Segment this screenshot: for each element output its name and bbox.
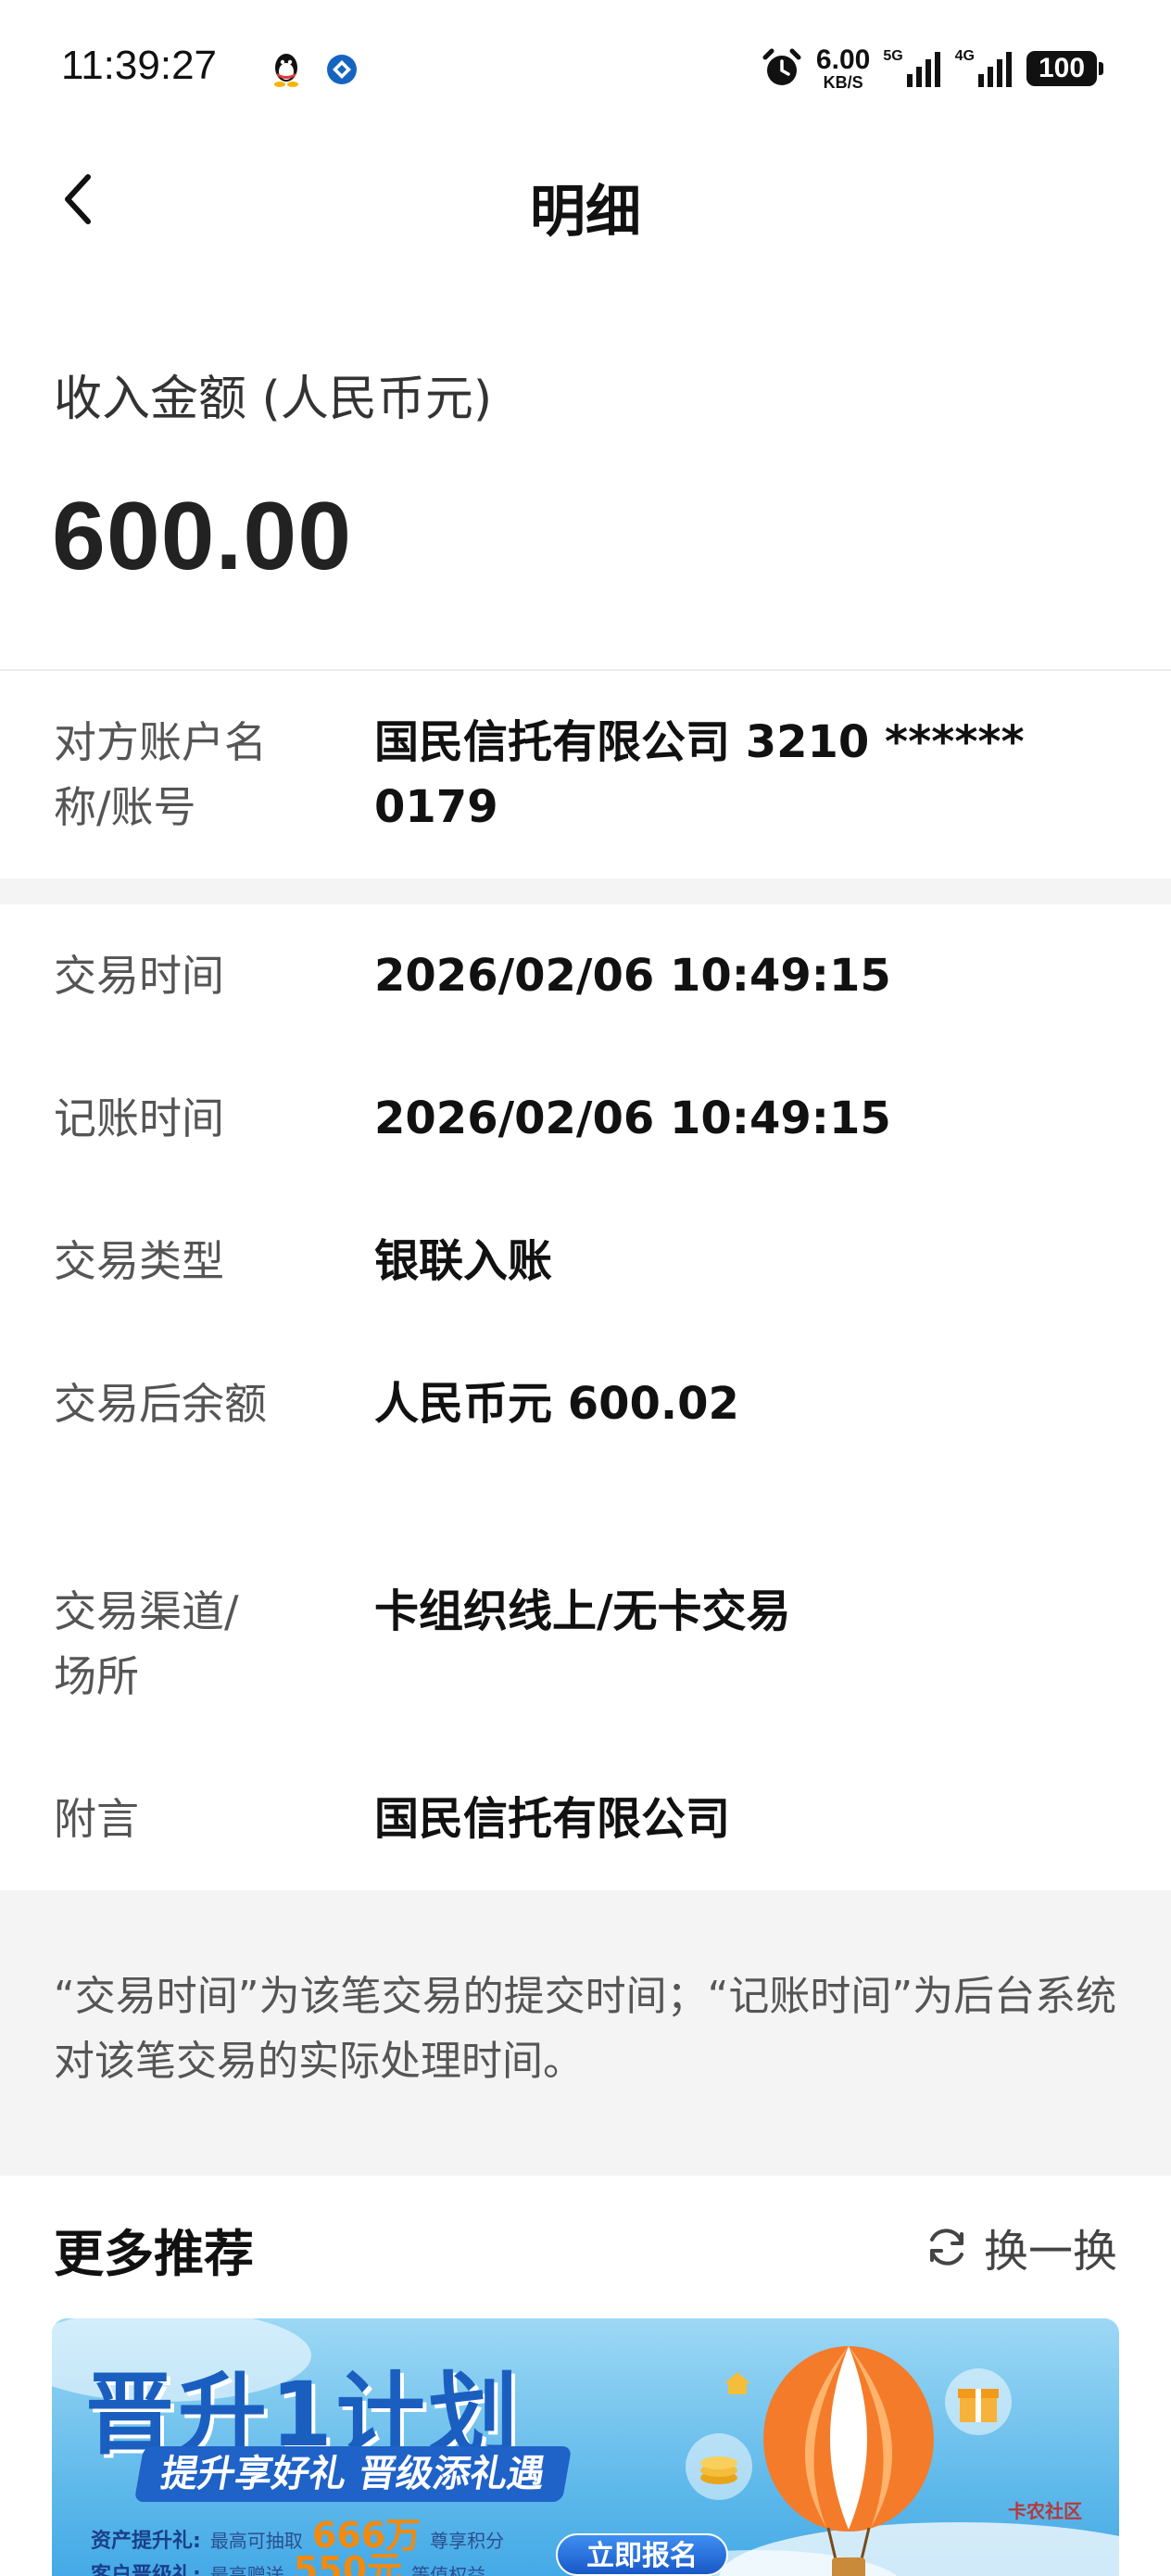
network-speed: 6.00 KB/S <box>815 44 871 92</box>
detail-label-post-time: 记账时间 <box>54 1093 224 1143</box>
detail-value-post-time: 2026/02/06 10:49:15 <box>374 1092 891 1144</box>
bank-app-icon <box>327 55 357 84</box>
time-note: “交易时间”为该笔交易的提交时间；“记账时间”为后台系统对该笔交易的实际处理时间… <box>54 1973 1117 2085</box>
watermark: 卡农社区 <box>1008 2500 1082 2522</box>
recommend-title: 更多推荐 <box>54 2225 254 2283</box>
amount-label: 收入金额 (人民币元) <box>54 372 493 427</box>
refresh-icon <box>929 2229 963 2266</box>
status-indicators: 6.00 KB/S 5G 4G 100 <box>761 41 1103 96</box>
section-separator <box>0 878 1171 904</box>
detail-value-trade-type: 银联入账 <box>374 1235 553 1287</box>
status-time: 11:39:27 <box>61 43 218 88</box>
detail-value-trade-time: 2026/02/06 10:49:15 <box>374 950 891 1002</box>
page-title: 明细 <box>530 180 641 245</box>
nav-bar: 明细 <box>0 139 1171 259</box>
signal-4g: 4G <box>955 48 1014 89</box>
signal-5g: 5G <box>883 48 941 89</box>
refresh-button[interactable]: 换一换 <box>923 2215 1117 2279</box>
banner-line-upgrade: 客户晋级礼: 最高赠送 550元 等值权益 <box>91 2549 486 2576</box>
counterparty-value: 国民信托有限公司 3210 ****** 0179 <box>374 716 1025 833</box>
gift-icon <box>945 2368 1012 2435</box>
qq-icon <box>274 54 298 87</box>
house-icon <box>724 2372 750 2394</box>
detail-label-balance: 交易后余额 <box>54 1379 267 1429</box>
detail-label-trade-type: 交易类型 <box>54 1236 224 1286</box>
detail-label-remark: 附言 <box>54 1794 139 1844</box>
battery-icon: 100 <box>1026 51 1103 86</box>
detail-value-balance: 人民币元 600.02 <box>374 1378 739 1430</box>
detail-value-remark: 国民信托有限公司 <box>374 1793 731 1845</box>
alarm-icon <box>762 48 801 85</box>
signal-bars-icon <box>906 52 940 87</box>
hot-air-balloon-icon <box>763 2346 934 2576</box>
detail-label-trade-time: 交易时间 <box>54 951 224 1001</box>
detail-label-channel: 交易渠道/场所 <box>54 1586 239 1701</box>
detail-value-channel: 卡组织线上/无卡交易 <box>374 1585 791 1637</box>
amount-value: 600.00 <box>52 483 353 590</box>
signal-bars-icon <box>978 52 1012 87</box>
refresh-label: 换一换 <box>983 2226 1117 2278</box>
coins-icon <box>686 2433 752 2500</box>
signup-button[interactable]: 立即报名 <box>556 2533 728 2576</box>
divider <box>0 669 1171 671</box>
status-bar: 11:39:27 6.00 KB/S 5G 4G 100 <box>0 0 1171 139</box>
banner-subtitle: 提升享好礼 晋级添礼遇 <box>133 2446 573 2502</box>
counterparty-label: 对方账户名称/账号 <box>54 717 267 832</box>
